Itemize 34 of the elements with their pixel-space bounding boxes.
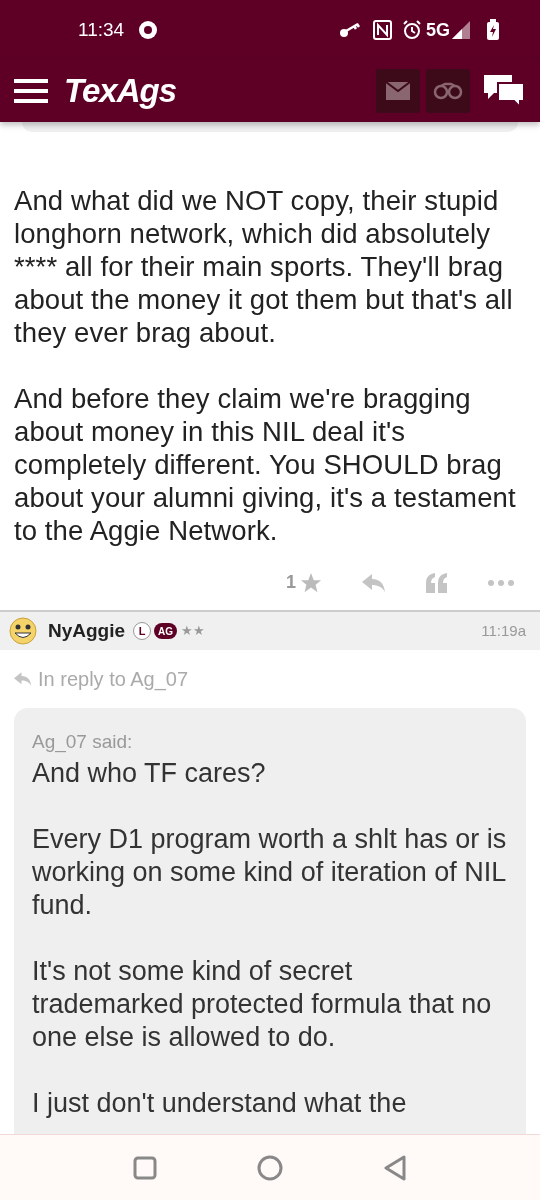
recents-icon[interactable] xyxy=(133,1155,157,1180)
user-badge: AG xyxy=(154,623,178,639)
mail-icon xyxy=(386,82,410,100)
alarm-icon xyxy=(402,20,422,40)
binoculars-button[interactable] xyxy=(426,69,470,113)
network-label: 5G xyxy=(426,18,450,42)
browser-icon xyxy=(138,20,159,40)
logo[interactable]: TexAgs xyxy=(64,66,176,116)
more-icon[interactable] xyxy=(488,579,514,586)
battery-icon xyxy=(486,19,500,41)
reply-arrow-icon xyxy=(14,672,32,686)
quote-author: Ag_07 said: xyxy=(32,730,134,755)
home-icon[interactable] xyxy=(257,1154,283,1181)
post-paragraph: And what did we NOT copy, their stupid longhorn network, which did absolutely **** all for their main sports. They'll brag about the money it got them but that's all they ever brag about. xyxy=(14,184,514,349)
username[interactable]: NyAggie xyxy=(48,616,126,646)
quote-paragraph: I just don't understand what the xyxy=(32,1086,408,1120)
binoculars-icon xyxy=(433,82,463,100)
reply-icon[interactable] xyxy=(362,573,386,592)
signal-icon xyxy=(452,21,470,39)
nfc-icon xyxy=(373,20,392,40)
post-paragraph: And before they claim we're bragging about money in this NIL deal it's completely different. You SHOULD brag about your alumni giving, it's a testament to the Aggie Network. xyxy=(14,382,517,547)
quote-icon[interactable] xyxy=(426,572,448,593)
menu-icon[interactable] xyxy=(14,79,48,103)
key-icon xyxy=(339,22,361,38)
user-badge: L xyxy=(133,622,152,640)
quote-paragraph: Every D1 program worth a shlt has or is working on some kind of iteration of NIL fund. xyxy=(32,822,508,922)
mail-button[interactable] xyxy=(376,69,420,113)
back-icon[interactable] xyxy=(383,1154,407,1181)
quote-paragraph: It's not some kind of secret trademarked protected formula that no one else is allowed to do. xyxy=(32,954,493,1054)
rank-stars: ★★ xyxy=(181,622,206,641)
smiley-icon xyxy=(8,617,38,645)
post-time: 11:19a xyxy=(481,620,527,641)
clock: 11:34 xyxy=(78,17,125,42)
quote-paragraph: And who TF cares? xyxy=(32,756,267,790)
